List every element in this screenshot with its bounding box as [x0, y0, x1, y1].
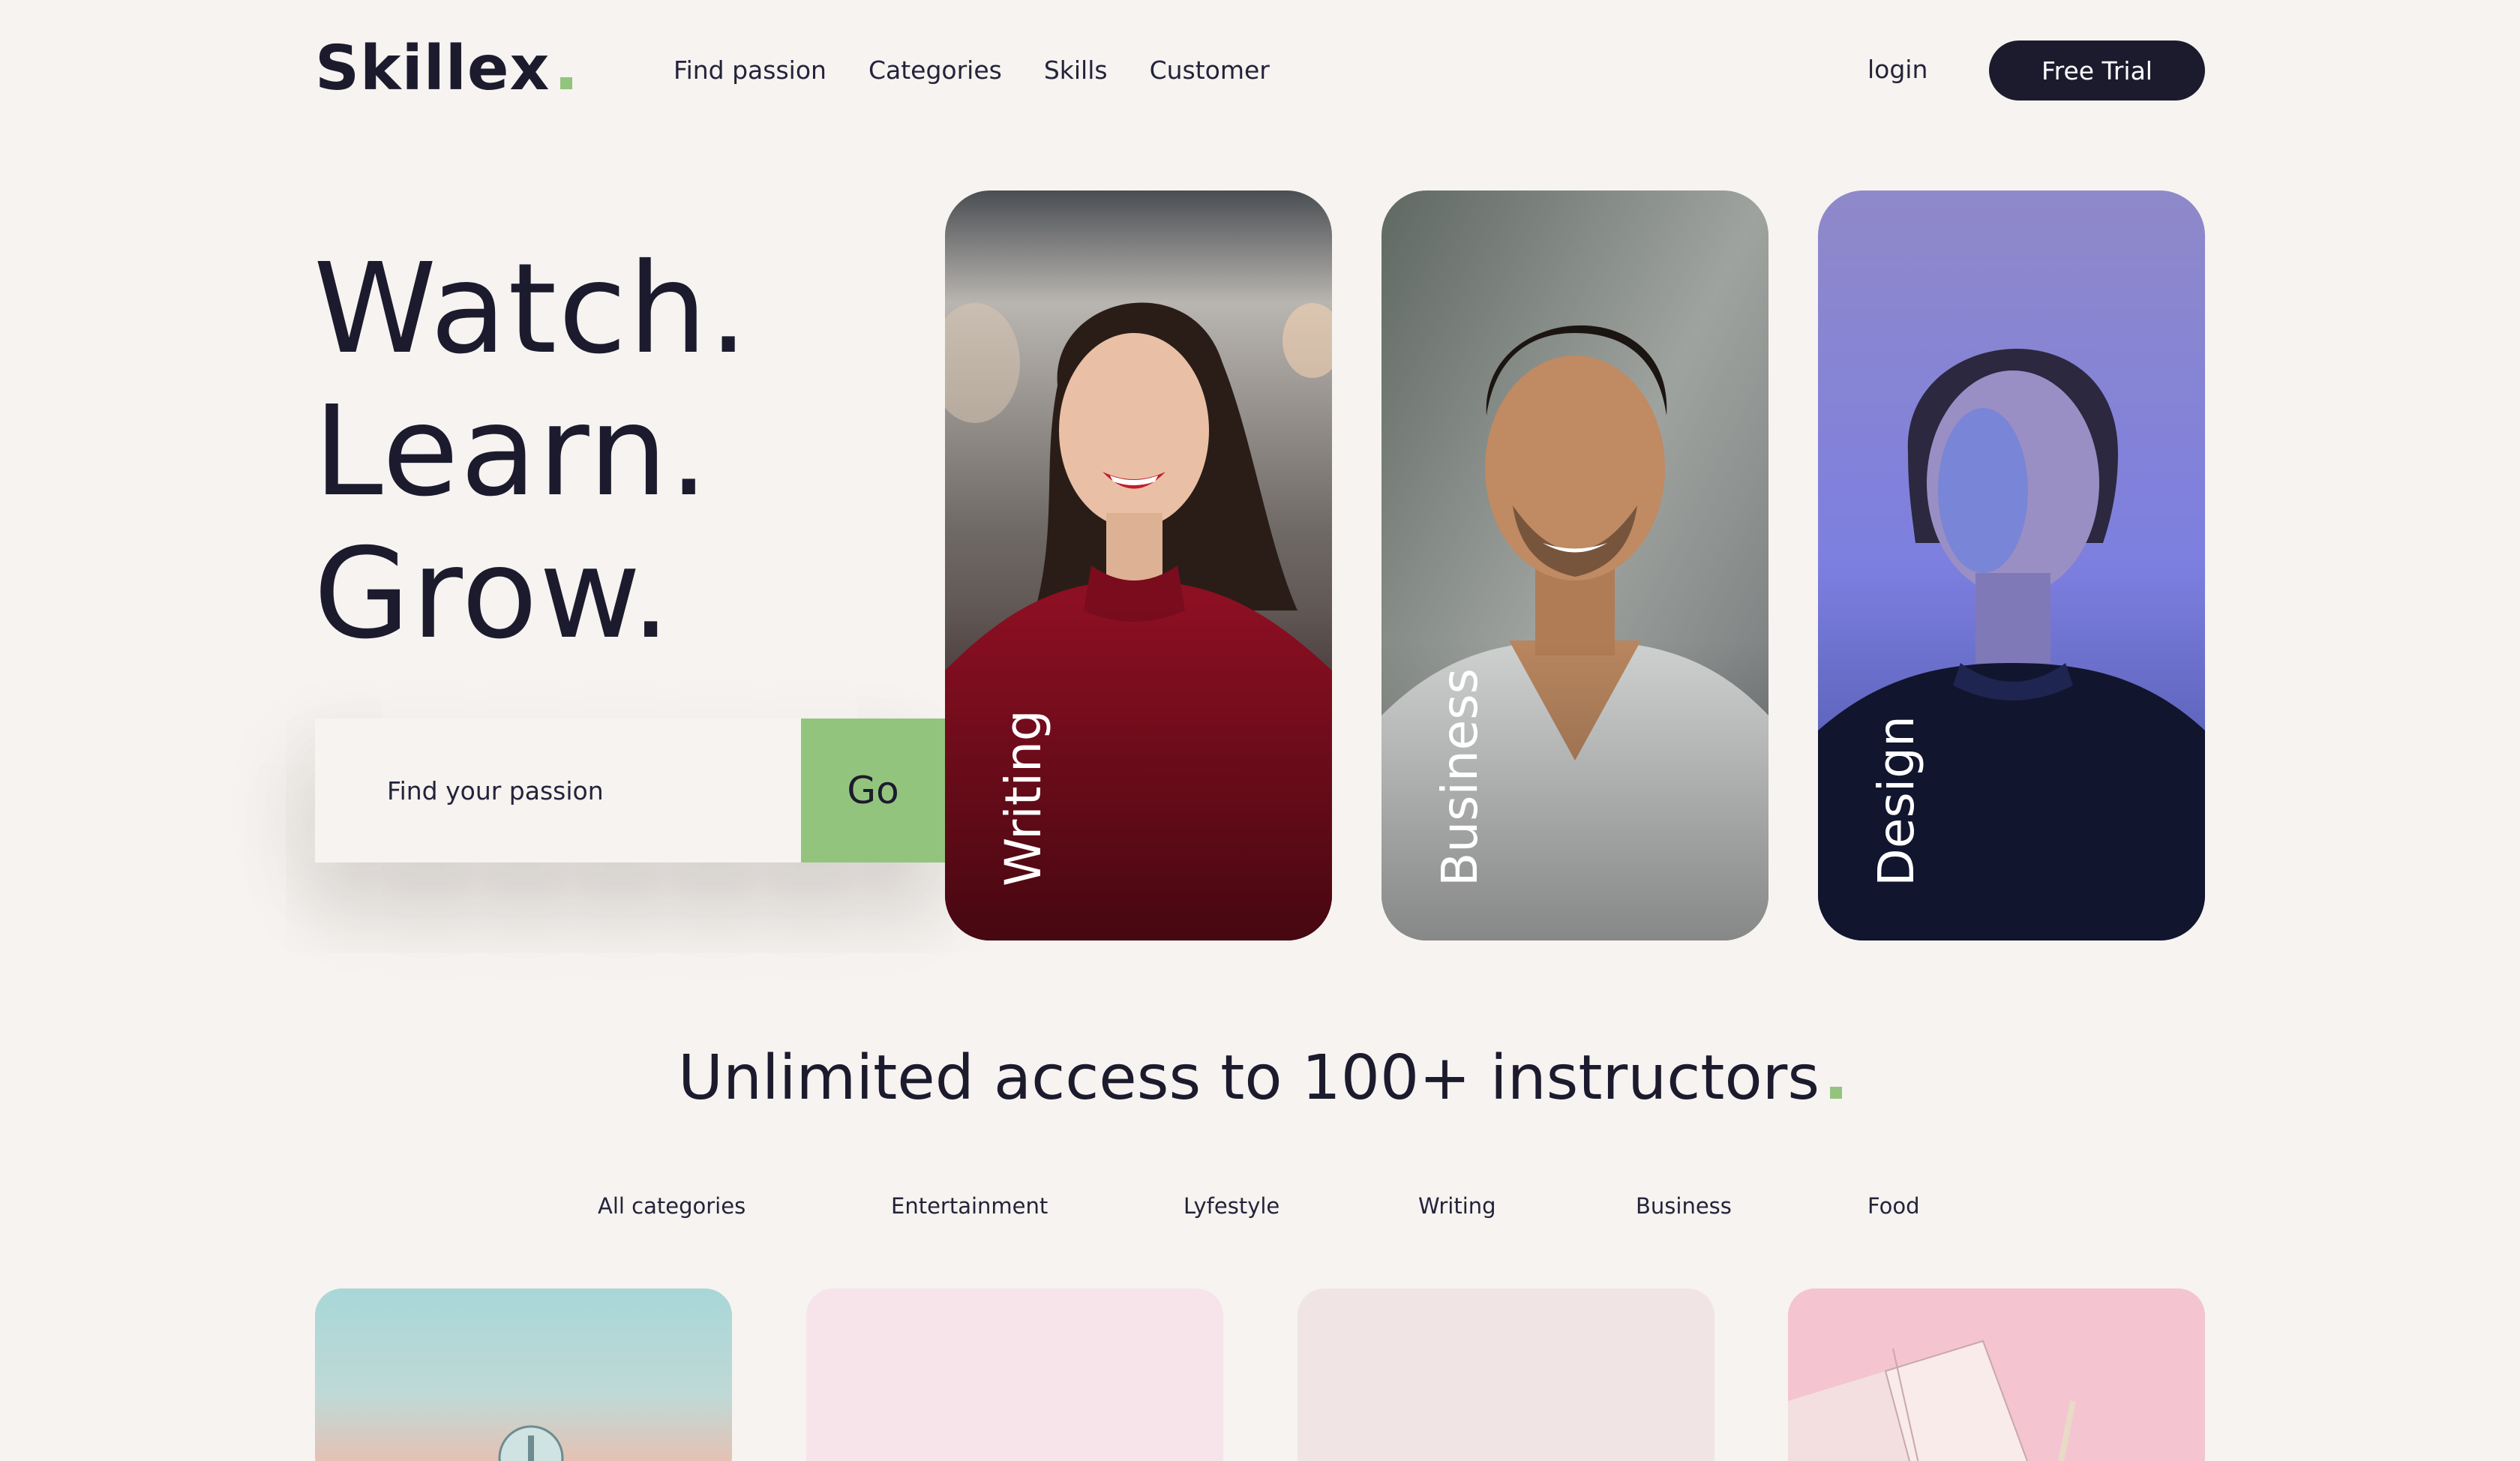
course-image-3 — [1298, 1288, 1714, 1461]
category-card-design[interactable]: Design — [1818, 190, 2205, 940]
nav-categories[interactable]: Categories — [868, 56, 1002, 85]
passion-search-input[interactable] — [315, 718, 801, 862]
category-tabs: All categories Entertainment Lyfestyle W… — [0, 1185, 2520, 1227]
nav-customer[interactable]: Customer — [1150, 56, 1270, 85]
tab-entertainment[interactable]: Entertainment — [891, 1185, 1048, 1227]
course-image-1 — [315, 1288, 732, 1461]
tab-food[interactable]: Food — [1868, 1185, 1920, 1227]
course-card-4[interactable] — [1788, 1288, 2205, 1461]
tab-writing[interactable]: Writing — [1418, 1185, 1496, 1227]
section-title: Unlimited access to 100+ instructors — [0, 1042, 2520, 1114]
hero-title: Watch. Learn. Grow. — [314, 238, 750, 666]
course-card-3[interactable] — [1298, 1288, 1714, 1461]
nav-skills[interactable]: Skills — [1044, 56, 1108, 85]
logo-text: Skillex — [315, 33, 550, 104]
course-image-4 — [1788, 1288, 2205, 1461]
hero-line-grow: Grow. — [314, 522, 673, 667]
section-title-text: Unlimited access to 100+ instructors — [677, 1042, 1820, 1114]
section-title-dot — [1830, 1087, 1843, 1099]
free-trial-button[interactable]: Free Trial — [1989, 40, 2205, 100]
tab-lyfestyle[interactable]: Lyfestyle — [1184, 1185, 1280, 1227]
card-label-business: Business — [1431, 668, 1489, 886]
card-label-design: Design — [1868, 716, 1925, 886]
hero-line-watch: Watch. — [314, 237, 750, 382]
course-image-2 — [806, 1288, 1223, 1461]
login-link[interactable]: login — [1868, 45, 1928, 94]
nav-find-passion[interactable]: Find passion — [674, 56, 826, 85]
passion-search: Go — [315, 718, 945, 862]
course-card-2[interactable] — [806, 1288, 1223, 1461]
category-card-business[interactable]: Business — [1382, 190, 1768, 940]
landing-page: Skillex Find passion Categories Skills C… — [0, 0, 2520, 1461]
go-button[interactable]: Go — [801, 718, 945, 862]
card-label-writing: Writing — [994, 710, 1052, 886]
category-card-writing[interactable]: Writing — [945, 190, 1332, 940]
hero-line-learn: Learn. — [314, 380, 710, 524]
course-card-1[interactable] — [315, 1288, 732, 1461]
tab-all-categories[interactable]: All categories — [598, 1185, 746, 1227]
tab-business[interactable]: Business — [1636, 1185, 1732, 1227]
main-nav: Find passion Categories Skills Customer — [674, 45, 1270, 94]
logo-dot — [560, 77, 573, 89]
logo[interactable]: Skillex — [315, 32, 573, 106]
